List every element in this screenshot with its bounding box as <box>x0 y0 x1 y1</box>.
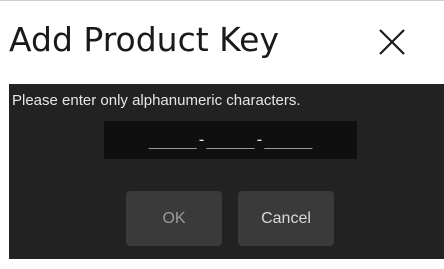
top-divider <box>0 0 444 1</box>
ok-button[interactable]: OK <box>126 191 222 246</box>
dialog-title: Add Product Key <box>9 20 279 59</box>
content-panel <box>9 84 444 259</box>
product-key-input[interactable]: _____-_____-_____ <box>104 121 357 159</box>
close-button[interactable] <box>372 22 412 62</box>
cancel-button[interactable]: Cancel <box>238 191 334 246</box>
close-icon <box>379 29 405 55</box>
add-product-key-dialog: Add Product Key Please enter only alphan… <box>0 0 444 269</box>
instructions-text: Please enter only alphanumeric character… <box>12 92 301 109</box>
